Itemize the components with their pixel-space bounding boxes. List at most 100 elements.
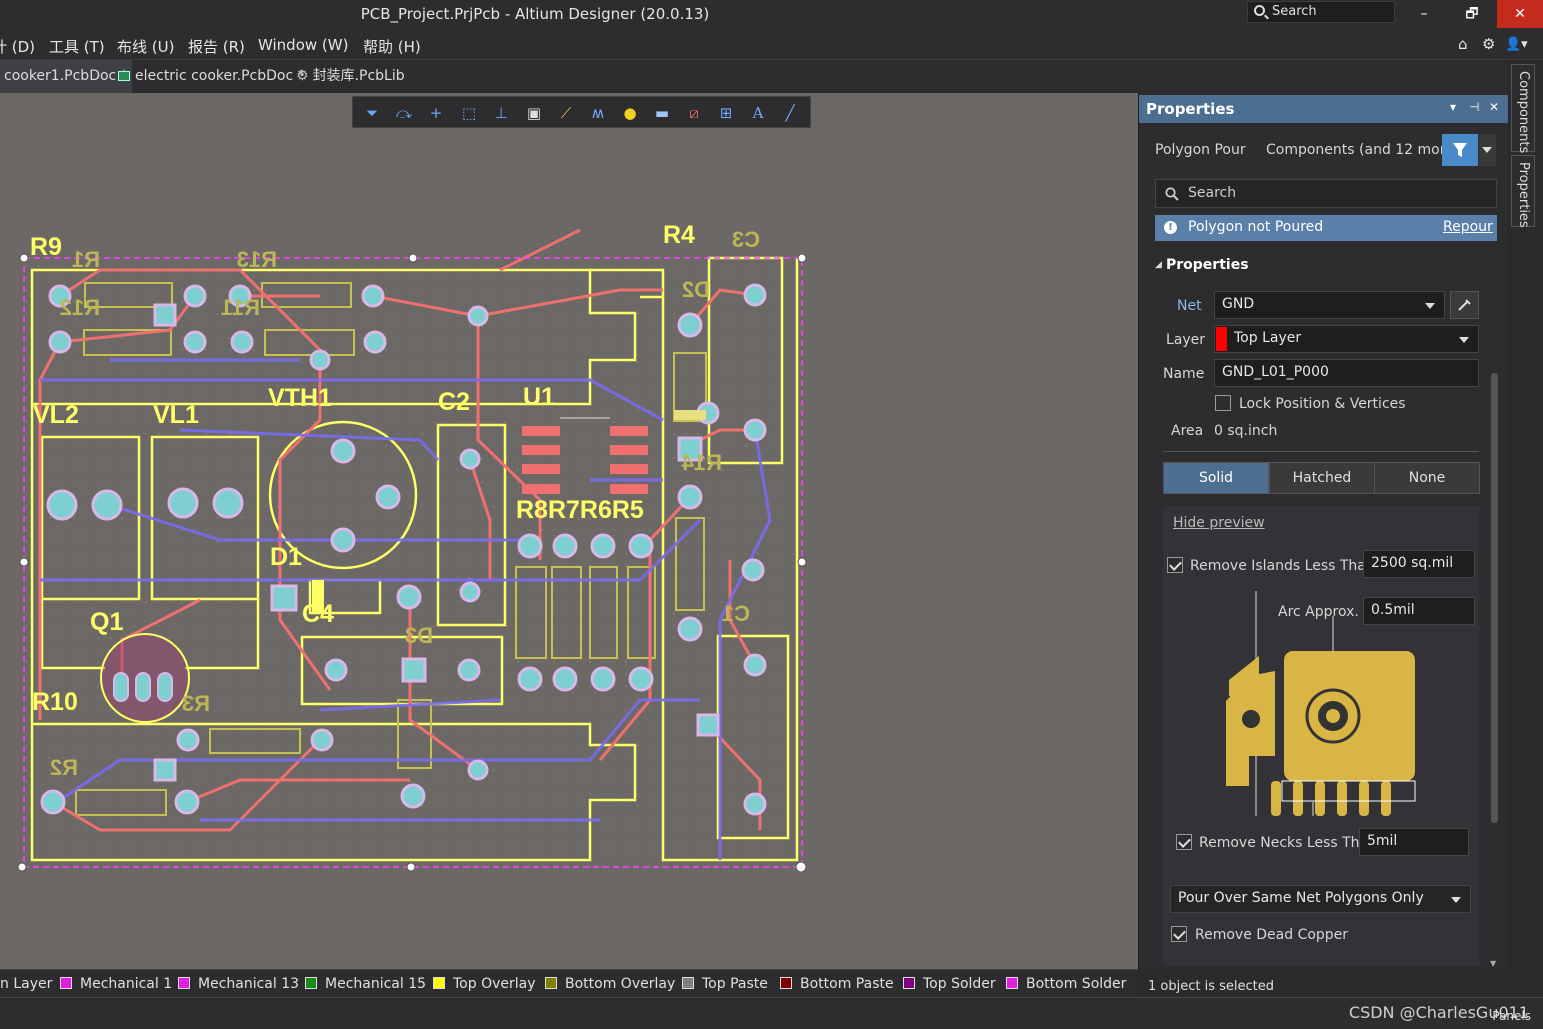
layer-name: Bottom Overlay (565, 976, 676, 992)
global-search[interactable]: Search (1247, 1, 1395, 23)
repour-link[interactable]: Repour (1443, 219, 1493, 235)
route-icon[interactable]: ⤼ (392, 101, 416, 125)
line-icon[interactable]: ╱ (778, 101, 802, 125)
side-tab-properties[interactable]: Properties (1511, 155, 1535, 228)
layer-swatch (1006, 977, 1018, 989)
designator-vl2[interactable]: VL2 (33, 401, 79, 429)
designator-r10[interactable]: R10 (32, 688, 78, 716)
cross-icon[interactable]: + (424, 101, 448, 125)
panels-button[interactable]: Panels (1492, 1009, 1531, 1023)
scroll-down-icon[interactable]: ▼ (1490, 959, 1496, 968)
user-icon[interactable]: 👤▾ (1505, 37, 1528, 52)
designator-vth1[interactable]: VTH1 (268, 384, 332, 412)
net-select[interactable]: GND (1214, 291, 1445, 319)
track-icon[interactable]: ⟋ (554, 101, 578, 125)
layer-name: Mechanical 15 (325, 976, 427, 992)
select-rect-icon[interactable]: ⬚ (457, 101, 481, 125)
panel-search[interactable]: Search (1155, 179, 1497, 208)
designator-r11[interactable]: R11 (221, 295, 260, 320)
designator-d1[interactable]: D1 (270, 543, 302, 571)
lock-checkbox[interactable] (1215, 395, 1231, 411)
menu-window[interactable]: Window (W) (258, 36, 348, 54)
designator-r9[interactable]: R9 (30, 233, 62, 261)
designator-c4[interactable]: C4 (302, 600, 334, 628)
filter-dropdown[interactable] (1479, 134, 1496, 166)
layer-tab[interactable]: n Layer (0, 976, 52, 992)
layer-tab[interactable]: Mechanical 1 (60, 976, 172, 992)
tab-cooker1[interactable]: cooker1.PcbDoc * (0, 60, 132, 93)
fill-mode-solid[interactable]: Solid (1163, 462, 1269, 494)
designator-r1[interactable]: R1 (72, 247, 100, 272)
layer-tab[interactable]: Bottom Paste (780, 976, 894, 992)
menu-design[interactable]: 计 (D) (0, 36, 35, 57)
menu-tools[interactable]: 工具 (T) (49, 36, 105, 57)
remove-islands-field[interactable]: 2500 sq.mil (1363, 550, 1475, 578)
designator-r2[interactable]: R2 (50, 755, 78, 780)
layer-tab[interactable]: Top Overlay (433, 976, 536, 992)
collapse-icon[interactable]: ◢ (1155, 260, 1162, 270)
pin-icon[interactable]: ⊣ (1469, 100, 1479, 114)
home-icon[interactable]: ⌂ (1458, 35, 1468, 53)
designator-c2[interactable]: C2 (438, 388, 470, 416)
designator-q1[interactable]: Q1 (90, 608, 123, 636)
layer-tab[interactable]: Mechanical 13 (178, 976, 299, 992)
designator-r14[interactable]: R14 (681, 450, 722, 475)
remove-necks-checkbox[interactable] (1176, 834, 1192, 850)
designator-r4[interactable]: R4 (663, 221, 695, 249)
minimize-button[interactable]: – (1401, 0, 1447, 28)
pcb-board[interactable]: R9 R4 VL2 VL1 VTH1 C2 U1 R8R7R6R5 D1 Q1 … (0, 93, 1138, 969)
side-tab-components[interactable]: Components (1511, 64, 1535, 153)
remove-islands-value: 2500 sq.mil (1371, 555, 1454, 571)
remove-islands-checkbox[interactable] (1167, 557, 1183, 573)
layer-tab[interactable]: Top Paste (682, 976, 768, 992)
tab-electric-cooker[interactable]: electric cooker.PcbDoc * (114, 60, 309, 93)
designator-r13[interactable]: R13 (237, 247, 277, 272)
pick-net-button[interactable] (1450, 291, 1479, 319)
panel-menu-icon[interactable]: ▾ (1450, 100, 1456, 114)
align-icon[interactable]: ⊥ (489, 101, 513, 125)
name-field[interactable]: GND_L01_P000 (1214, 359, 1479, 387)
layer-tab[interactable]: Bottom Solder (1006, 976, 1126, 992)
filter-icon[interactable]: ⏷ (360, 101, 384, 125)
close-button[interactable]: ✕ (1497, 0, 1543, 28)
remove-dead-copper-checkbox[interactable] (1171, 926, 1187, 942)
gear-icon[interactable]: ⚙ (1482, 35, 1495, 53)
pour-over-select[interactable]: Pour Over Same Net Polygons Only (1170, 885, 1471, 913)
layer-tab[interactable]: Mechanical 15 (305, 976, 426, 992)
hide-preview-link[interactable]: Hide preview (1173, 515, 1265, 531)
designator-r12[interactable]: R12 (60, 295, 100, 320)
layer-tab[interactable]: Bottom Overlay (545, 976, 675, 992)
filter-scope[interactable]: Components (and 12 more) (1266, 142, 1459, 158)
designator-c1[interactable]: C1 (722, 601, 750, 626)
tab-pcblib[interactable]: ⚙ 封装库.PcbLib (292, 60, 409, 93)
layer-select[interactable]: Top Layer (1214, 325, 1479, 353)
remove-necks-field[interactable]: 5mil (1359, 828, 1469, 856)
filter-icon (1453, 143, 1467, 157)
layer-tab[interactable]: Top Solder (903, 976, 996, 992)
designator-d3[interactable]: D3 (405, 623, 433, 648)
designator-d2[interactable]: D2 (682, 277, 710, 302)
menu-route[interactable]: 布线 (U) (117, 36, 174, 57)
diff-pair-icon[interactable]: ʍ (586, 101, 610, 125)
fill-icon[interactable]: ▬ (650, 101, 674, 125)
panel-scrollbar[interactable] (1491, 373, 1498, 823)
fill-mode-hatched[interactable]: Hatched (1269, 462, 1375, 494)
menu-reports[interactable]: 报告 (R) (188, 36, 245, 57)
designator-r8-r5[interactable]: R8R7R6R5 (516, 496, 644, 524)
text-icon[interactable]: A (746, 101, 770, 125)
menu-help[interactable]: 帮助 (H) (363, 36, 421, 57)
designator-r3[interactable]: R3 (182, 691, 210, 716)
dimension-icon[interactable]: ⊞ (714, 101, 738, 125)
restore-button[interactable]: 🗗 (1449, 0, 1495, 28)
via-icon[interactable]: ● (618, 101, 642, 125)
fill-mode-none[interactable]: None (1374, 462, 1480, 494)
polygon-icon[interactable]: ⧄ (682, 101, 706, 125)
tab-label: cooker1.PcbDoc * (4, 68, 128, 84)
pcb-canvas[interactable]: R9 R4 VL2 VL1 VTH1 C2 U1 R8R7R6R5 D1 Q1 … (0, 93, 1138, 969)
designator-vl1[interactable]: VL1 (153, 401, 199, 429)
filter-button[interactable] (1442, 134, 1478, 166)
component-icon[interactable]: ▣ (522, 101, 546, 125)
panel-close-icon[interactable]: ✕ (1489, 100, 1499, 114)
designator-c3[interactable]: C3 (732, 227, 760, 252)
designator-u1[interactable]: U1 (523, 383, 555, 411)
